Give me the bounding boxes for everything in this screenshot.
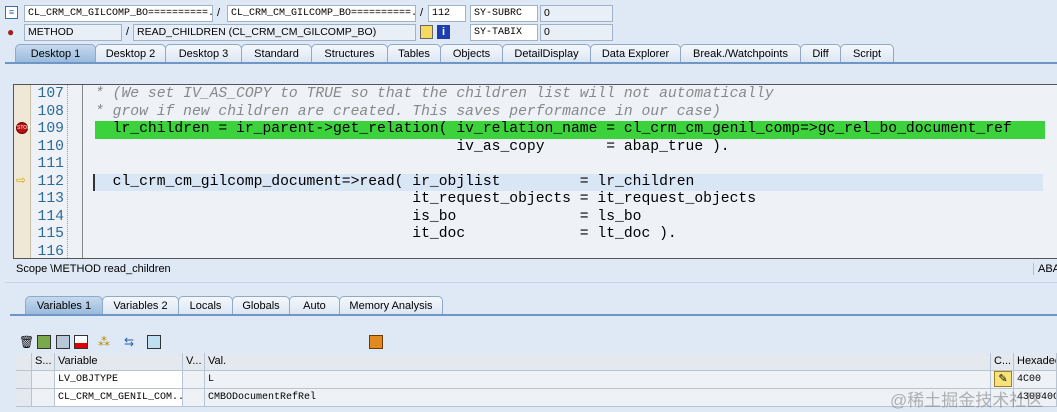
code-line[interactable]: is_bo = ls_bo [95, 209, 641, 227]
code-line[interactable]: lr_children = ir_parent->get_relation( i… [95, 121, 1045, 139]
line-number: 116 [37, 243, 64, 259]
insert-icon[interactable] [56, 335, 70, 349]
watermark: @稀土掘金技术社区 [890, 391, 1044, 410]
column-header-value[interactable]: Val. [205, 353, 991, 371]
source-icon[interactable] [420, 25, 433, 39]
filter-icon[interactable] [147, 335, 161, 349]
code-line[interactable]: cl_crm_cm_gilcomp_document=>read( ir_obj… [93, 173, 1043, 191]
variable-name-input[interactable]: LV_OBJTYPE [55, 371, 183, 389]
line-number: 109 [37, 121, 64, 137]
column-header-change[interactable]: C... [991, 353, 1014, 371]
tab-watchpoints[interactable]: Break./Watchpoints [680, 44, 801, 63]
tab-data-explorer[interactable]: Data Explorer [590, 44, 681, 63]
tab-tables[interactable]: Tables [387, 44, 441, 63]
sy-subrc-label[interactable]: SY-SUBRC [470, 5, 538, 22]
source-code-editor[interactable]: STOP ⇨ 107 108 109 110 111 112 113 114 115 116 * … [13, 84, 1057, 259]
v-cell [183, 371, 205, 389]
line-number: 110 [37, 138, 64, 155]
line-field[interactable]: 112 [428, 5, 466, 22]
scope-label: Scope \METHOD read_children [16, 263, 171, 275]
tab-locals[interactable]: Locals [178, 296, 233, 315]
code-line[interactable]: it_doc = lt_doc ). [95, 226, 676, 244]
code-line[interactable]: iv_as_copy = abap_true ). [95, 139, 729, 157]
separator: / [420, 7, 424, 19]
tab-diff[interactable]: Diff [800, 44, 841, 63]
select-all-cell[interactable] [16, 353, 32, 371]
line-number: 111 [37, 156, 64, 172]
v-cell [183, 389, 205, 407]
column-header-v[interactable]: V... [183, 353, 205, 371]
breakpoint-stop-icon[interactable]: STOP [16, 122, 31, 134]
expand-icon[interactable]: ⁂ [97, 335, 111, 349]
replace-icon[interactable] [37, 335, 51, 349]
tab-desktop-3[interactable]: Desktop 3 [165, 44, 242, 63]
variable-name-input[interactable]: CL_CRM_CM_GENIL_COM... [55, 389, 183, 407]
variable-tabs: Variables 1 Variables 2 Locals Globals A… [0, 296, 1057, 315]
tab-globals[interactable]: Globals [232, 296, 290, 315]
line-number: 108 [37, 103, 64, 120]
line-numbers: 107 108 109 110 111 112 113 114 115 116 [31, 85, 68, 258]
transfer-icon[interactable]: ⇆ [122, 335, 136, 349]
event-type-field: METHOD [24, 24, 122, 41]
include-field[interactable]: CL_CRM_CM_GILCOMP_BO==========... [227, 5, 416, 22]
line-number: 115 [37, 226, 64, 242]
program-icon: ≡ [5, 6, 18, 19]
code-line[interactable]: * grow if new children are created. This… [95, 104, 721, 122]
tab-memory-analysis[interactable]: Memory Analysis [339, 296, 443, 315]
code-line[interactable]: it_request_objects = it_request_objects [95, 191, 756, 209]
line-number: 112 [37, 173, 64, 190]
tab-standard[interactable]: Standard [241, 44, 312, 63]
tab-auto[interactable]: Auto [289, 296, 340, 315]
column-header-variable[interactable]: Variable [55, 353, 183, 371]
status-cell [32, 371, 55, 389]
edit-pencil-icon[interactable]: ✎ [994, 371, 1012, 387]
info-icon[interactable]: i [437, 25, 450, 39]
tab-structures[interactable]: Structures [311, 44, 388, 63]
current-line-arrow-icon: ⇨ [16, 173, 27, 187]
separator: / [126, 26, 130, 38]
code-line[interactable]: * (We set IV_AS_COPY to TRUE so that the… [95, 86, 774, 104]
tab-desktop-2[interactable]: Desktop 2 [95, 44, 166, 63]
separator: / [217, 7, 221, 19]
tab-objects[interactable]: Objects [440, 44, 503, 63]
sy-tabix-label[interactable]: SY-TABIX [470, 24, 538, 41]
divider [5, 282, 1057, 283]
method-icon: ● [7, 25, 15, 39]
status-cell [32, 389, 55, 407]
tab-script[interactable]: Script [840, 44, 894, 63]
tab-variables-2[interactable]: Variables 2 [102, 296, 179, 315]
save-icon[interactable] [369, 335, 383, 349]
delete-icon[interactable]: 🗑 [19, 335, 34, 349]
row-selector[interactable] [16, 371, 32, 389]
tab-detaildisplay[interactable]: DetailDisplay [502, 44, 591, 63]
line-number: 113 [37, 191, 64, 207]
tab-variables-1[interactable]: Variables 1 [25, 296, 103, 315]
language-label: ABAP [1033, 263, 1057, 275]
desktop-tabs: Desktop 1 Desktop 2 Desktop 3 Standard S… [0, 44, 1057, 63]
sy-subrc-value: 0 [540, 5, 613, 22]
column-header-status[interactable]: S... [32, 353, 55, 371]
delete-row-icon[interactable] [74, 335, 88, 349]
value-cell: L [205, 371, 991, 389]
sy-tabix-value: 0 [540, 24, 613, 41]
line-number: 107 [37, 86, 64, 102]
event-field: READ_CHILDREN (CL_CRM_CM_GILCOMP_BO) [133, 24, 416, 41]
tab-divider [5, 62, 1057, 64]
row-selector[interactable] [16, 389, 32, 407]
column-header-hex[interactable]: Hexadec [1014, 353, 1057, 371]
program-field[interactable]: CL_CRM_CM_GILCOMP_BO==========... [24, 5, 213, 22]
line-number: 114 [37, 208, 64, 225]
fold-column [68, 85, 83, 258]
breakpoint-gutter[interactable] [14, 85, 31, 258]
value-cell: CMBODocumentRefRel [205, 389, 991, 407]
tab-divider [10, 314, 1057, 316]
tab-desktop-1[interactable]: Desktop 1 [15, 44, 96, 63]
